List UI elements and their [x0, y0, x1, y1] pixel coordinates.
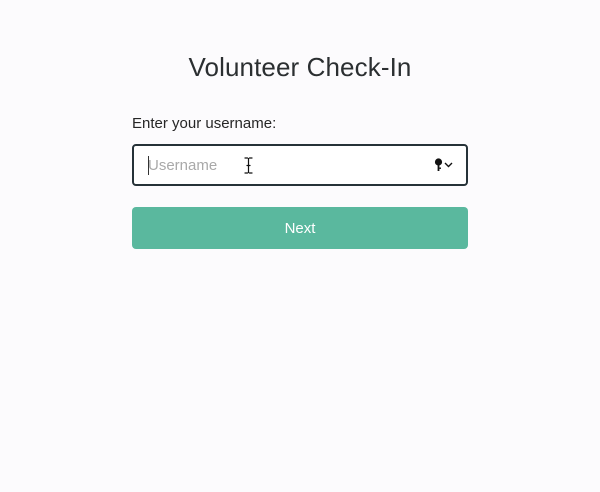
username-label: Enter your username:	[132, 115, 277, 132]
username-input[interactable]	[148, 146, 428, 184]
text-caret	[148, 156, 149, 175]
key-icon	[434, 158, 443, 171]
chevron-down-icon	[444, 162, 453, 168]
check-in-page: Volunteer Check-In Enter your username: …	[0, 0, 600, 492]
page-title: Volunteer Check-In	[188, 52, 412, 82]
password-manager-button[interactable]	[434, 156, 454, 174]
next-button[interactable]: Next	[132, 207, 468, 249]
username-field[interactable]	[132, 144, 468, 186]
i-beam-cursor-icon	[244, 157, 253, 174]
